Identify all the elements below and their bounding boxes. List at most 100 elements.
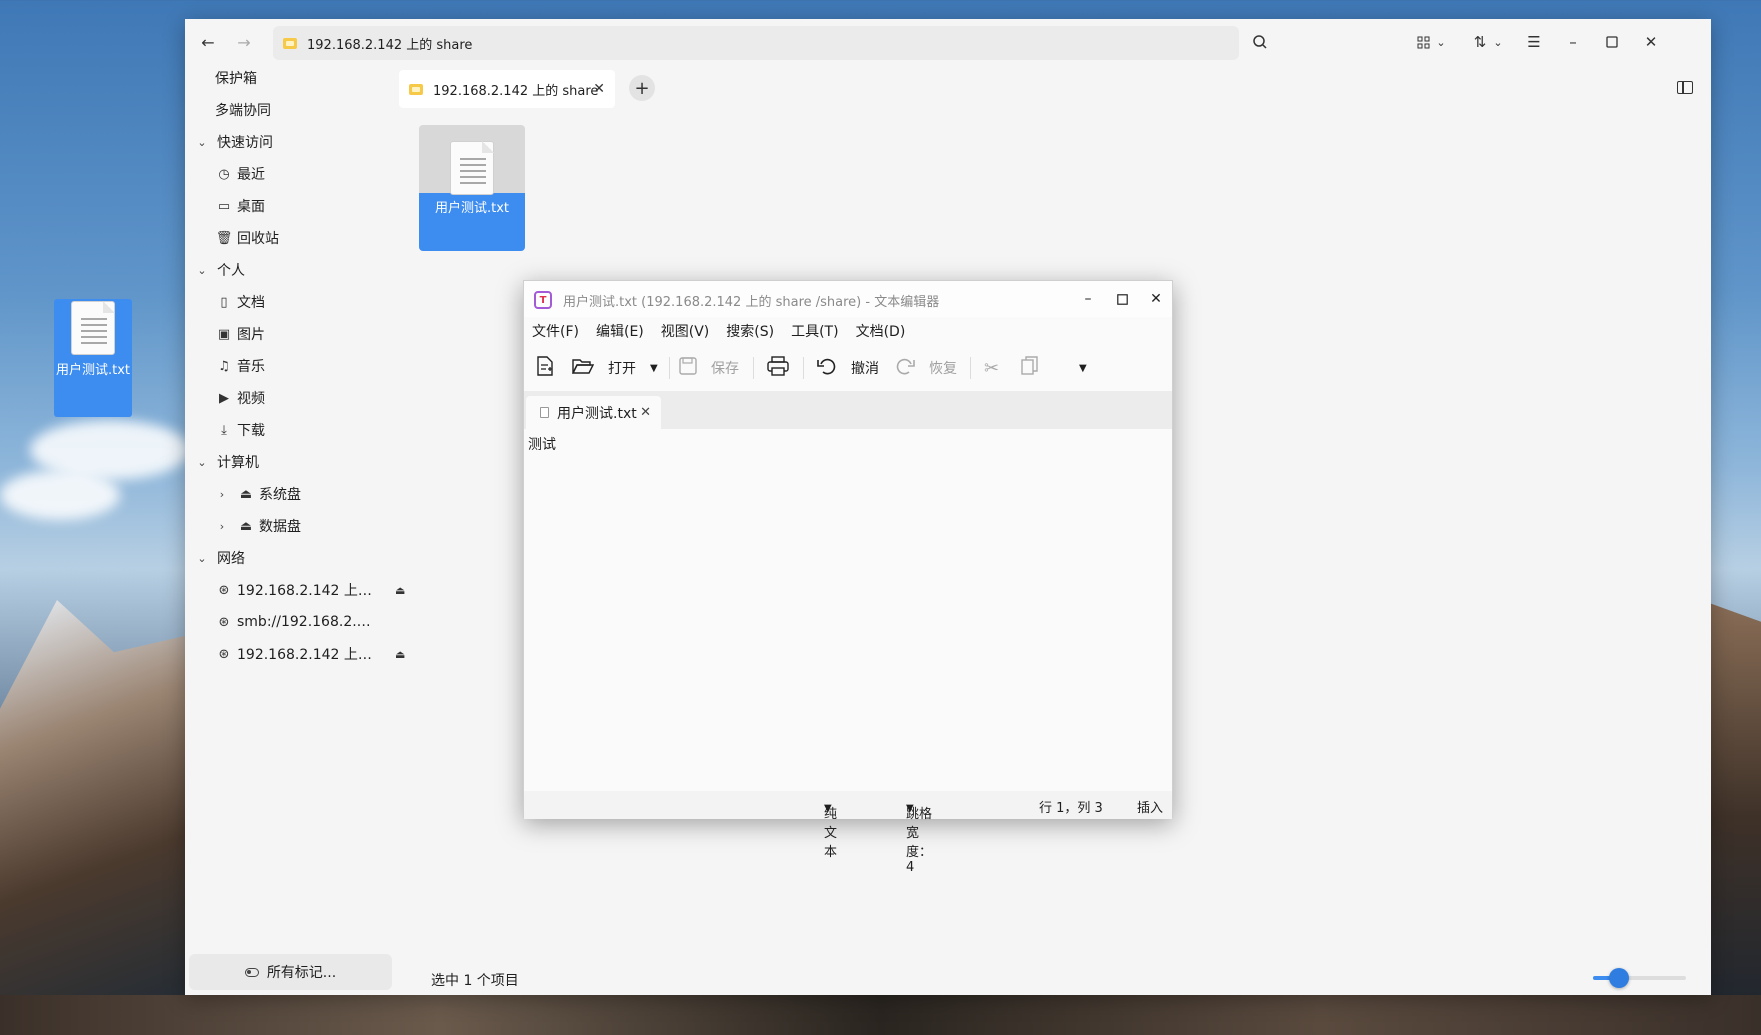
- menu-document[interactable]: 文档(D): [856, 321, 906, 341]
- sidebar-item-trash[interactable]: 🗑 回收站: [215, 223, 279, 253]
- detail-panel-icon[interactable]: [1677, 81, 1693, 94]
- toolbar-separator: [803, 357, 804, 379]
- sidebar-group-label: 计算机: [217, 455, 259, 471]
- sidebar-item-label: 保护箱: [215, 71, 257, 87]
- print-button[interactable]: [767, 355, 789, 381]
- all-tags-button[interactable]: 所有标记...: [189, 954, 392, 990]
- chevron-down-icon[interactable]: ⌄: [1486, 30, 1510, 54]
- open-recent-dropdown[interactable]: ▼: [650, 355, 658, 381]
- maximize-icon[interactable]: [1113, 290, 1131, 308]
- close-tab-icon[interactable]: ✕: [593, 81, 605, 97]
- save-button[interactable]: 保存: [679, 355, 739, 381]
- sidebar-item-downloads[interactable]: ⤓ 下载: [215, 415, 265, 445]
- sidebar: 保护箱 多端协同 ⌄ 快速访问 ◷ 最近 ▭ 桌面 🗑 回收站 ⌄ 个人 ▯ 文档 ▣ 图片 …: [185, 63, 406, 945]
- sidebar-item-label: 192.168.2.142 上…: [237, 583, 372, 599]
- desktop-file-icon[interactable]: 用户测试.txt: [54, 299, 132, 417]
- menu-view[interactable]: 视图(V): [661, 321, 710, 341]
- tab-share[interactable]: 192.168.2.142 上的 share ✕: [399, 70, 615, 108]
- eject-icon[interactable]: ⏏: [395, 648, 405, 661]
- sidebar-item-label: 回收站: [237, 231, 279, 247]
- close-tab-icon[interactable]: ✕: [640, 405, 651, 420]
- menu-search[interactable]: 搜索(S): [726, 321, 774, 341]
- sidebar-group-computer[interactable]: ⌄ 计算机: [195, 447, 259, 477]
- network-folder-icon: [409, 83, 423, 95]
- sidebar-item-music[interactable]: ♫ 音乐: [215, 351, 265, 381]
- open-button[interactable]: 打开: [571, 355, 636, 381]
- disk-icon: ⏏: [239, 518, 253, 534]
- sidebar-item-system-disk[interactable]: › ⏏ 系统盘: [215, 479, 301, 509]
- redo-label: 恢复: [929, 361, 957, 377]
- sidebar-group-label: 快速访问: [217, 135, 273, 151]
- new-document-button[interactable]: [536, 355, 554, 381]
- minimize-icon[interactable]: –: [1079, 290, 1097, 308]
- sidebar-item-pictures[interactable]: ▣ 图片: [215, 319, 265, 349]
- sidebar-group-label: 网络: [217, 551, 245, 567]
- toolbar-separator: [970, 357, 971, 379]
- chevron-down-icon: ⌄: [197, 135, 207, 149]
- text-file-icon: [71, 301, 115, 355]
- editor-title: 用户测试.txt (192.168.2.142 上的 share /share)…: [563, 295, 940, 310]
- menu-file[interactable]: 文件(F): [532, 321, 579, 341]
- picture-icon: ▣: [217, 326, 231, 342]
- back-icon[interactable]: ←: [197, 31, 219, 53]
- desktop-file-label: 用户测试.txt: [55, 363, 131, 378]
- tag-icon: [244, 967, 259, 977]
- sidebar-item-vault[interactable]: 保护箱: [215, 63, 257, 93]
- menu-edit[interactable]: 编辑(E): [596, 321, 644, 341]
- scissors-icon: ✂: [984, 357, 1000, 379]
- redo-button[interactable]: 恢复: [895, 355, 957, 381]
- chevron-down-icon[interactable]: ⌄: [1429, 30, 1453, 54]
- sidebar-group-label: 个人: [217, 263, 245, 279]
- file-item-selected[interactable]: 用户测试.txt: [419, 125, 525, 251]
- sidebar-item-videos[interactable]: ▶ 视频: [215, 383, 265, 413]
- sidebar-item-data-disk[interactable]: › ⏏ 数据盘: [215, 511, 301, 541]
- sidebar-item-network-share-2[interactable]: ⊛ smb://192.168.2.…: [215, 607, 371, 637]
- mountain-scenery: [0, 600, 190, 1035]
- sidebar-item-network-share-1[interactable]: ⊛ 192.168.2.142 上… ⏏: [215, 575, 406, 605]
- slider-knob[interactable]: [1609, 968, 1630, 988]
- editor-tab-label: 用户测试.txt: [557, 405, 637, 422]
- caret-down-icon: ▼: [906, 803, 914, 814]
- network-globe-icon: ⊛: [218, 646, 230, 662]
- add-tab-button[interactable]: +: [629, 75, 655, 101]
- sidebar-item-desktop[interactable]: ▭ 桌面: [215, 191, 265, 221]
- sidebar-item-label: 192.168.2.142 上…: [237, 647, 372, 663]
- sidebar-group-network[interactable]: ⌄ 网络: [195, 543, 245, 573]
- toolbar-overflow-dropdown[interactable]: ▼: [1079, 355, 1087, 381]
- sidebar-group-quick-access[interactable]: ⌄ 快速访问: [195, 127, 273, 157]
- cut-button[interactable]: ✂: [984, 355, 999, 381]
- all-tags-label: 所有标记...: [266, 965, 337, 981]
- eject-icon[interactable]: ⏏: [395, 584, 405, 597]
- address-bar[interactable]: 192.168.2.142 上的 share: [273, 26, 1239, 60]
- new-document-icon: [536, 355, 554, 381]
- sidebar-item-documents[interactable]: ▯ 文档: [215, 287, 265, 317]
- network-globe-icon: ⊛: [218, 582, 230, 598]
- maximize-icon[interactable]: [1600, 30, 1624, 54]
- editor-tab-file[interactable]: 用户测试.txt ✕: [526, 396, 661, 429]
- sidebar-group-personal[interactable]: ⌄ 个人: [195, 255, 245, 285]
- minimize-icon[interactable]: –: [1561, 30, 1585, 54]
- close-icon[interactable]: ✕: [1639, 30, 1663, 54]
- sidebar-item-recent[interactable]: ◷ 最近: [215, 159, 265, 189]
- undo-label: 撤消: [851, 361, 879, 377]
- sidebar-item-label: 系统盘: [259, 487, 301, 503]
- text-area[interactable]: 测试: [524, 429, 1172, 791]
- search-icon[interactable]: [1248, 30, 1272, 54]
- copy-button[interactable]: [1021, 355, 1039, 381]
- chevron-down-icon: ⌄: [197, 263, 207, 277]
- save-icon: [679, 356, 697, 380]
- sidebar-item-collab[interactable]: 多端协同: [215, 95, 271, 125]
- close-icon[interactable]: ✕: [1147, 290, 1165, 308]
- insert-mode[interactable]: 插入: [1137, 797, 1163, 816]
- sidebar-item-network-share-3[interactable]: ⊛ 192.168.2.142 上… ⏏: [215, 639, 406, 669]
- undo-button[interactable]: 撤消: [817, 355, 879, 381]
- forward-icon[interactable]: →: [233, 31, 255, 53]
- caret-down-icon: ▼: [1079, 362, 1087, 374]
- menu-tools[interactable]: 工具(T): [791, 321, 838, 341]
- sidebar-item-label: 音乐: [237, 359, 265, 375]
- chevron-down-icon: ⌄: [197, 551, 207, 565]
- menu-icon[interactable]: ☰: [1522, 30, 1546, 54]
- editor-titlebar: T 用户测试.txt (192.168.2.142 上的 share /shar…: [524, 281, 1172, 317]
- copy-icon: [1021, 355, 1039, 381]
- icon-size-slider[interactable]: [1593, 968, 1686, 988]
